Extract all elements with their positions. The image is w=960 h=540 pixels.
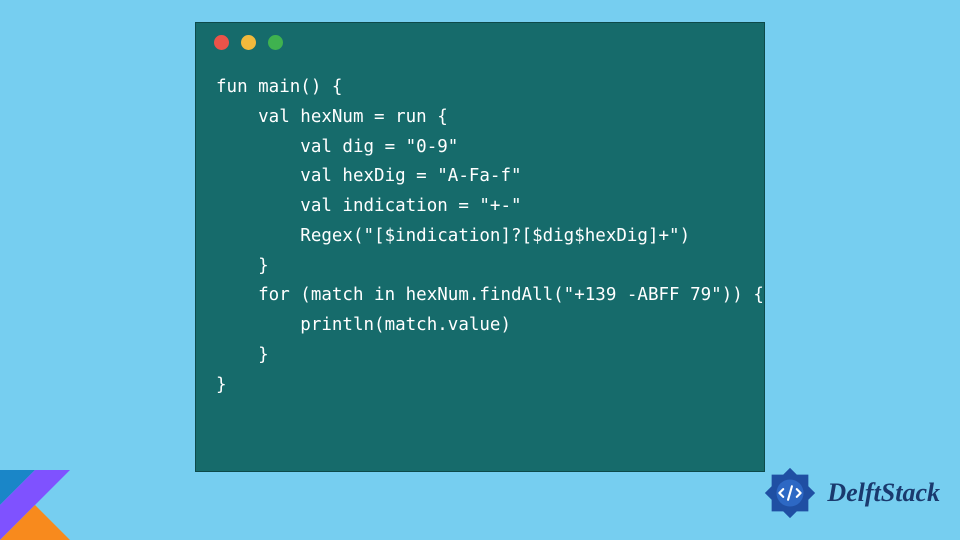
delftstack-logo-icon — [761, 464, 819, 522]
code-window: fun main() { val hexNum = run { val dig … — [195, 22, 765, 472]
code-block: fun main() { val hexNum = run { val dig … — [196, 61, 764, 420]
maximize-dot-icon — [268, 35, 283, 50]
brand: DelftStack — [761, 464, 940, 522]
close-dot-icon — [214, 35, 229, 50]
brand-name: DelftStack — [827, 478, 940, 508]
minimize-dot-icon — [241, 35, 256, 50]
kotlin-logo-icon — [0, 470, 70, 540]
window-titlebar — [196, 23, 764, 61]
